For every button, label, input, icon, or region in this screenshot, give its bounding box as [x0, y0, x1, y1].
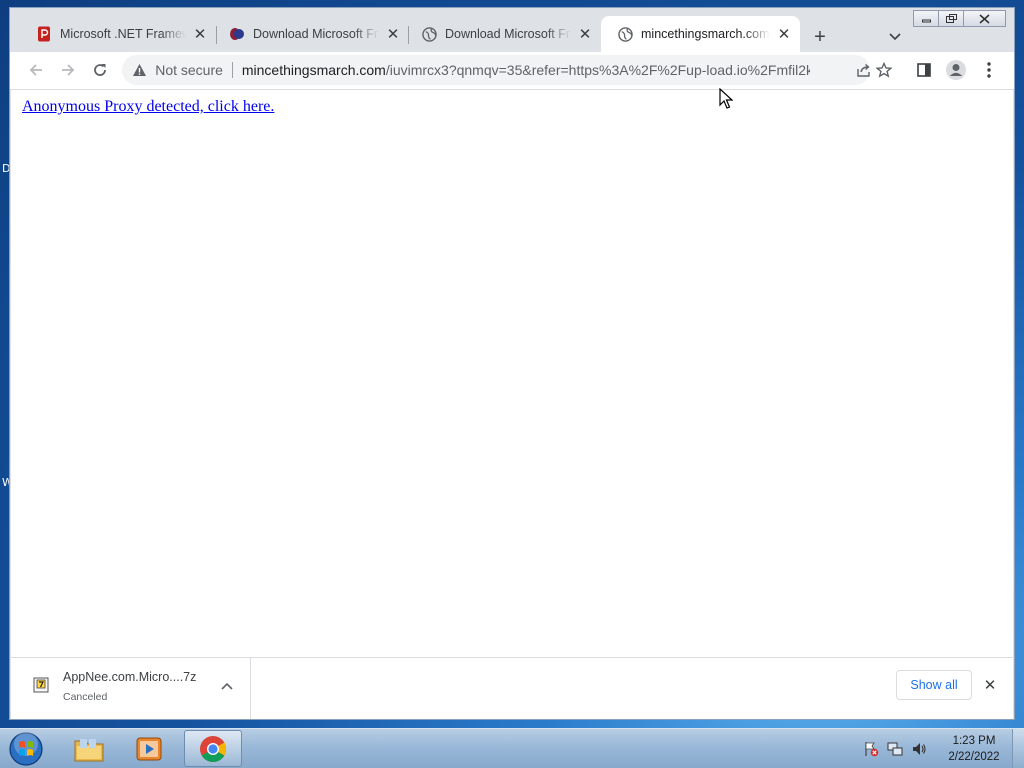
- show-desktop-button[interactable]: [1012, 729, 1024, 768]
- chrome-browser-window: Microsoft .NET Framewo ✕ Download Micros…: [10, 8, 1014, 719]
- download-status: Canceled: [63, 691, 108, 703]
- forward-arrow-icon[interactable]: [54, 56, 82, 84]
- tab-4-active[interactable]: mincethingsmarch.com ✕: [601, 16, 800, 52]
- close-window-icon[interactable]: [963, 10, 1006, 27]
- close-tab-icon[interactable]: ✕: [575, 24, 595, 44]
- menu-dots-icon[interactable]: [975, 56, 1003, 84]
- security-status-label[interactable]: Not secure: [155, 62, 223, 78]
- tab-3[interactable]: Download Microsoft Fra ✕: [405, 16, 601, 52]
- address-divider: [231, 62, 233, 78]
- action-center-flag-icon[interactable]: [862, 740, 880, 758]
- download-filename: AppNee.com.Micro....7z: [63, 670, 197, 684]
- tab-title: Download Microsoft Fra: [445, 27, 571, 41]
- clock-time: 1:23 PM: [952, 735, 996, 747]
- url-host: mincethingsmarch.com: [241, 62, 386, 78]
- show-all-button[interactable]: Show all: [896, 670, 972, 700]
- new-tab-plus-icon[interactable]: +: [806, 23, 834, 51]
- network-icon[interactable]: [886, 740, 904, 758]
- close-tab-icon[interactable]: ✕: [190, 24, 210, 44]
- tab-title: Microsoft .NET Framewo: [60, 27, 186, 41]
- globe-icon: [421, 26, 437, 42]
- tab-strip: Microsoft .NET Framewo ✕ Download Micros…: [10, 8, 1014, 52]
- close-icon[interactable]: ✕: [981, 676, 999, 694]
- system-tray: [862, 729, 934, 768]
- url-path: /iuvimrcx3?qnmqv=35&refer=https%3A%2F%2F…: [385, 62, 811, 78]
- warning-triangle-icon[interactable]: [132, 62, 147, 78]
- volume-icon[interactable]: [910, 740, 928, 758]
- download-item[interactable]: AppNee.com.Micro....7z Canceled: [11, 658, 251, 719]
- archive-file-icon: [33, 677, 49, 693]
- page-content: Anonymous Proxy detected, click here.: [11, 90, 1013, 657]
- media-player-icon[interactable]: [120, 730, 178, 767]
- taskbar-clock[interactable]: 1:23 PM 2/22/2022: [938, 733, 1010, 765]
- window-controls: [913, 10, 1006, 28]
- tab-title: Download Microsoft Fra: [253, 27, 379, 41]
- restore-icon[interactable]: [938, 10, 964, 27]
- browser-toolbar: Not secure mincethingsmarch.com/iuvimrcx…: [10, 52, 1014, 90]
- minimize-icon[interactable]: [913, 10, 939, 27]
- pdf-icon: [36, 26, 52, 42]
- chrome-taskbar-icon[interactable]: [184, 730, 242, 767]
- tab-title: mincethingsmarch.com: [641, 27, 770, 41]
- bookmark-star-icon[interactable]: [870, 56, 898, 84]
- clock-date: 2/22/2022: [948, 751, 1000, 763]
- mouse-cursor-icon: [719, 87, 734, 110]
- tab-search-chevron-icon[interactable]: [883, 25, 907, 49]
- download-shelf: AppNee.com.Micro....7z Canceled Show all…: [11, 657, 1013, 719]
- tab-2[interactable]: Download Microsoft Fra ✕: [213, 16, 409, 52]
- address-bar[interactable]: Not secure mincethingsmarch.com/iuvimrcx…: [122, 55, 870, 85]
- anonymous-proxy-link[interactable]: Anonymous Proxy detected, click here.: [22, 98, 274, 116]
- back-arrow-icon[interactable]: [22, 56, 50, 84]
- reload-icon[interactable]: [86, 56, 114, 84]
- site-logo-icon: [229, 26, 245, 42]
- side-panel-icon[interactable]: [910, 56, 938, 84]
- profile-avatar-icon[interactable]: [942, 56, 970, 84]
- tab-1[interactable]: Microsoft .NET Framewo ✕: [20, 16, 216, 52]
- close-tab-icon[interactable]: ✕: [774, 24, 794, 44]
- url-text[interactable]: mincethingsmarch.com/iuvimrcx3?qnmqv=35&…: [242, 62, 810, 78]
- chevron-up-icon[interactable]: [219, 678, 235, 694]
- start-orb-icon[interactable]: [7, 731, 45, 767]
- globe-icon: [617, 26, 633, 42]
- close-tab-icon[interactable]: ✕: [383, 24, 403, 44]
- file-explorer-icon[interactable]: [60, 730, 118, 767]
- taskbar: 1:23 PM 2/22/2022: [0, 728, 1024, 768]
